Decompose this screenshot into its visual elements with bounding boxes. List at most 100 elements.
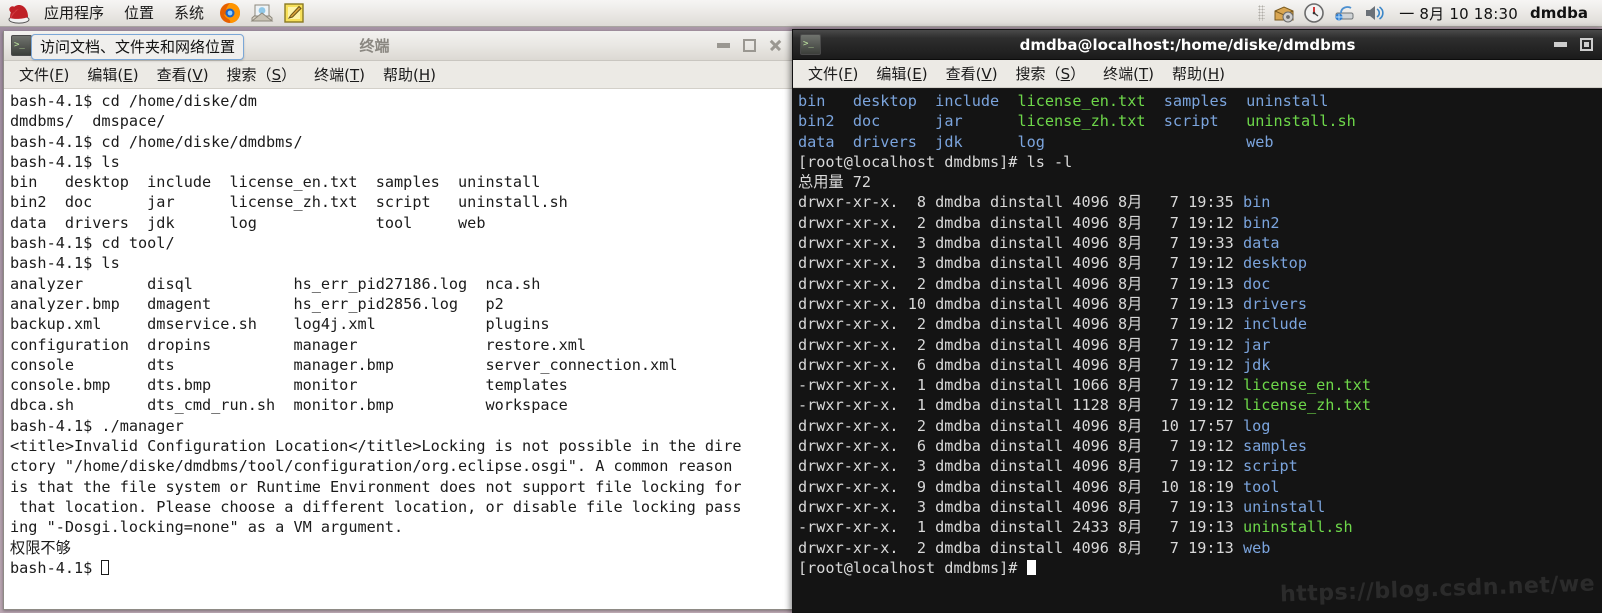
terminal-line: bash-4.1$ ls [10,152,792,172]
left-terminal-output[interactable]: bash-4.1$ cd /home/diske/dmdmdbms/ dmspa… [4,89,792,609]
terminal-line: backup.xml dmservice.sh log4j.xml plugin… [10,314,792,334]
file-listing-row: drwxr-xr-x. 6 dmdba dinstall 4096 8月 7 1… [798,436,1602,456]
evolution-mail-icon[interactable] [249,1,275,25]
file-listing-row: drwxr-xr-x. 3 dmdba dinstall 4096 8月 7 1… [798,497,1602,517]
terminal-icon [800,34,821,55]
file-listing-row: drwxr-xr-x. 2 dmdba dinstall 4096 8月 7 1… [798,538,1602,558]
maximize-button[interactable] [1580,38,1593,51]
minimize-button[interactable] [717,43,730,48]
menu-file[interactable]: 文件(F) [10,62,78,87]
redhat-logo[interactable] [6,2,32,24]
menu-applications[interactable]: 应用程序 [35,1,113,25]
minimize-button[interactable] [1554,42,1567,47]
terminal-line: bash-4.1$ cd /home/diske/dm [10,91,792,111]
clock-gauge-icon[interactable] [1302,2,1326,24]
file-listing-row: -rwxr-xr-x. 1 dmdba dinstall 2433 8月 7 1… [798,517,1602,537]
terminal-line: is that the file system or Runtime Envir… [10,477,792,497]
menu-edit[interactable]: 编辑(E) [78,62,147,87]
file-listing-row: drwxr-xr-x. 2 dmdba dinstall 4096 8月 7 1… [798,314,1602,334]
terminal-icon [11,35,32,56]
places-tooltip: 访问文档、文件夹和网络位置 [31,34,244,60]
tray-grip-handle[interactable] [1258,5,1265,21]
terminal-line: analyzer.bmp dmagent hs_err_pid2856.log … [10,294,792,314]
file-name: include [1243,315,1307,333]
terminal-line: bash-4.1$ ls [10,253,792,273]
file-listing-row: drwxr-xr-x. 2 dmdba dinstall 4096 8月 7 1… [798,213,1602,233]
terminal-line: bash-4.1$ cd /home/diske/dmdbms/ [10,132,792,152]
menu-help[interactable]: 帮助(H) [374,62,445,87]
menu-search[interactable]: 搜索（S） [1007,61,1095,86]
terminal-total-line: 总用量 72 [798,172,1602,192]
terminal-line: <title>Invalid Configuration Location</t… [10,436,792,456]
file-listing-row: -rwxr-xr-x. 1 dmdba dinstall 1128 8月 7 1… [798,395,1602,415]
file-name: doc [1243,275,1270,293]
terminal-line: bash-4.1$ ./manager [10,416,792,436]
terminal-line: dbca.sh dts_cmd_run.sh monitor.bmp works… [10,395,792,415]
close-button[interactable] [769,39,782,52]
panel-clock[interactable]: 一 8月 10 18:30 [1389,3,1528,24]
file-listing-row: drwxr-xr-x. 3 dmdba dinstall 4096 8月 7 1… [798,253,1602,273]
file-listing-row: drwxr-xr-x. 9 dmdba dinstall 4096 8月 10 … [798,477,1602,497]
file-listing-row: drwxr-xr-x. 2 dmdba dinstall 4096 8月 7 1… [798,274,1602,294]
text-cursor [1027,560,1036,575]
terminal-prompt-line: [root@localhost dmdbms]# [798,558,1602,578]
network-icon[interactable] [1332,2,1356,24]
right-terminal-output[interactable]: bin desktop include license_en.txt sampl… [793,89,1602,612]
ls-row: data drivers jdk log web [798,132,1602,152]
right-window-controls [1554,38,1602,51]
file-name: samples [1243,437,1307,455]
package-updater-icon[interactable] [1272,2,1296,24]
menu-places[interactable]: 位置 [115,1,163,25]
menu-terminal[interactable]: 终端(T) [305,62,374,87]
file-listing-row: drwxr-xr-x. 2 dmdba dinstall 4096 8月 7 1… [798,335,1602,355]
file-name: bin [1243,193,1270,211]
terminal-line: bash-4.1$ cd tool/ [10,233,792,253]
file-name: license_en.txt [1243,376,1371,394]
terminal-prompt-line: bash-4.1$ [10,558,792,578]
file-listing-row: drwxr-xr-x. 3 dmdba dinstall 4096 8月 7 1… [798,233,1602,253]
file-listing-row: drwxr-xr-x. 6 dmdba dinstall 4096 8月 7 1… [798,355,1602,375]
panel-username[interactable]: dmdba [1528,4,1596,22]
file-listing-row: -rwxr-xr-x. 1 dmdba dinstall 1066 8月 7 1… [798,375,1602,395]
text-cursor [101,560,109,575]
menu-file[interactable]: 文件(F) [799,61,867,86]
menu-view[interactable]: 查看(V) [937,61,1007,86]
menu-terminal[interactable]: 终端(T) [1094,61,1163,86]
file-name: log [1243,417,1270,435]
top-panel: 应用程序 位置 系统 [0,0,1602,27]
left-titlebar[interactable]: 终端 访问文档、文件夹和网络位置 [4,31,792,61]
terminal-line: that location. Please choose a different… [10,497,792,517]
menu-view[interactable]: 查看(V) [148,62,218,87]
file-name: tool [1243,478,1280,496]
right-window-title: dmdba@localhost:/home/diske/dmdbms [821,36,1554,54]
terminal-line: bin desktop include license_en.txt sampl… [10,172,792,192]
volume-icon[interactable] [1362,2,1386,24]
terminal-line: analyzer disql hs_err_pid27186.log nca.s… [10,274,792,294]
maximize-button[interactable] [743,39,756,52]
file-name: jar [1243,336,1270,354]
file-name: data [1243,234,1280,252]
file-listing-row: drwxr-xr-x. 8 dmdba dinstall 4096 8月 7 1… [798,192,1602,212]
terminal-line: data drivers jdk log tool web [10,213,792,233]
file-name: uninstall [1243,498,1325,516]
firefox-icon[interactable] [217,1,243,25]
terminal-line: ctory "/home/diske/dmdbms/tool/configura… [10,456,792,476]
left-menubar: 文件(F) 编辑(E) 查看(V) 搜索（S） 终端(T) 帮助(H) [4,61,792,89]
terminal-window-left[interactable]: 终端 访问文档、文件夹和网络位置 文件(F) 编辑(E) 查看(V) 搜索（S）… [3,31,793,610]
terminal-window-right[interactable]: dmdba@localhost:/home/diske/dmdbms 文件(F)… [792,29,1602,613]
right-titlebar[interactable]: dmdba@localhost:/home/diske/dmdbms [793,30,1602,60]
menu-edit[interactable]: 编辑(E) [867,61,936,86]
menu-system[interactable]: 系统 [165,1,213,25]
menu-search[interactable]: 搜索（S） [218,62,306,87]
terminal-line: console dts manager.bmp server_connectio… [10,355,792,375]
menu-help[interactable]: 帮助(H) [1163,61,1234,86]
terminal-line: configuration dropins manager restore.xm… [10,335,792,355]
file-listing-row: drwxr-xr-x. 2 dmdba dinstall 4096 8月 10 … [798,416,1602,436]
file-listing-row: drwxr-xr-x. 10 dmdba dinstall 4096 8月 7 … [798,294,1602,314]
terminal-line: ing "-Dosgi.locking=none" as a VM argume… [10,517,792,537]
file-name: uninstall.sh [1243,518,1353,536]
terminal-line: console.bmp dts.bmp monitor templates [10,375,792,395]
text-editor-icon[interactable] [281,1,307,25]
file-name: web [1243,539,1270,557]
file-listing-row: drwxr-xr-x. 3 dmdba dinstall 4096 8月 7 1… [798,456,1602,476]
